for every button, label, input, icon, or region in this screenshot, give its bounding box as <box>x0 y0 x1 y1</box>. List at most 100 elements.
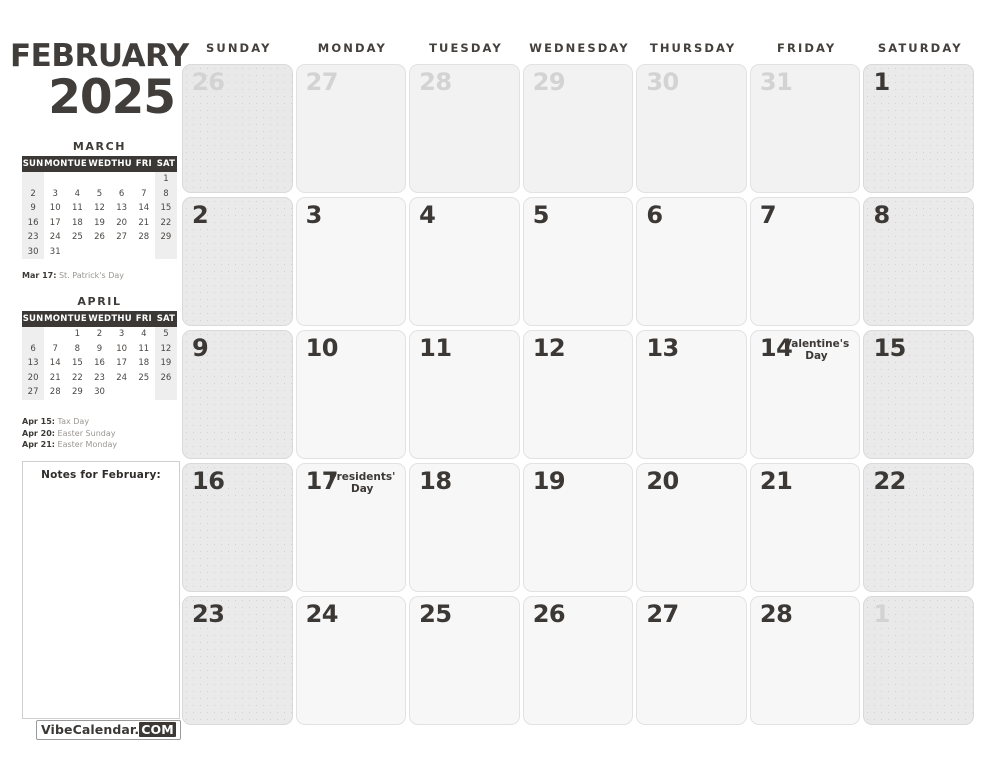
mini-day-cell: 26 <box>94 232 105 243</box>
day-cell[interactable]: 18 <box>409 463 520 592</box>
holiday-label: St. Patrick's Day <box>56 271 125 280</box>
mini-day-cell: 23 <box>94 372 105 383</box>
day-cell[interactable]: 4 <box>409 197 520 326</box>
mini-day-cell: 14 <box>49 358 61 369</box>
day-cell[interactable]: 28 <box>409 64 520 193</box>
day-cell-wrapper: 1 <box>863 594 977 727</box>
day-cell[interactable]: 24 <box>295 596 407 725</box>
day-cell-wrapper: 26 <box>522 594 637 727</box>
mini-day-cell <box>111 385 133 400</box>
day-cell[interactable]: 8 <box>863 197 975 326</box>
calendar-weeks: 26 27 28 29 30 31 1 2 3 4 5 6 7 8 9 10 11 12 13 14 Valentine… <box>182 62 977 727</box>
day-cell[interactable]: 5 <box>522 197 634 326</box>
mini-day-cell: 18 <box>71 217 83 228</box>
day-cell[interactable]: 9 <box>182 330 293 459</box>
day-cell[interactable]: 13 <box>636 330 747 459</box>
holiday-entry: Apr 21: Easter Monday <box>22 439 180 451</box>
sidebar: FEBRUARY 2025 MARCH SUN MON TUE WED THU … <box>0 0 189 773</box>
mini-dow-mon: MON <box>44 156 67 172</box>
holiday-date: Apr 15: <box>22 417 55 426</box>
day-cell-wrapper: 22 <box>863 461 977 594</box>
day-cell-wrapper: 8 <box>863 195 977 328</box>
mini-day-cell: 24 <box>49 232 61 243</box>
day-cell[interactable]: 11 <box>409 330 520 459</box>
day-number: 27 <box>305 68 339 96</box>
mini-day-cell <box>133 385 155 400</box>
mini-day-cell: 12 <box>94 203 105 214</box>
day-number: 25 <box>419 600 452 628</box>
day-number: 16 <box>192 467 225 495</box>
mini-day-cell <box>111 172 133 187</box>
day-cell[interactable]: 28 <box>749 596 861 725</box>
day-cell-wrapper: 9 <box>182 328 296 461</box>
day-cell[interactable]: 22 <box>863 463 975 592</box>
mini-dow-sat: SAT <box>154 311 177 327</box>
holiday-label: Easter Sunday <box>54 428 116 438</box>
day-cell[interactable]: 3 <box>295 197 407 326</box>
day-cell[interactable]: 1 <box>863 64 975 193</box>
day-cell-wrapper: 17 Presidents' Day <box>295 461 410 594</box>
page-title-month: FEBRUARY <box>10 38 189 74</box>
mini-day-cell <box>133 172 155 187</box>
day-cell[interactable]: 16 <box>182 463 293 592</box>
day-cell[interactable]: 14 Valentine's Day <box>749 330 861 459</box>
mini-day-cell: 27 <box>22 385 45 400</box>
day-cell[interactable]: 23 <box>182 596 293 725</box>
holiday-label: Easter Monday <box>54 440 118 449</box>
day-number: 1 <box>873 600 890 628</box>
day-number: 28 <box>419 68 452 96</box>
day-cell-wrapper: 11 <box>409 328 523 461</box>
mini-day-cell <box>22 327 45 342</box>
day-number: 10 <box>305 334 339 362</box>
mini-day-cell: 18 <box>138 358 150 369</box>
day-cell[interactable]: 15 <box>863 330 975 459</box>
mini-week-row: 1 2 3 45 <box>22 327 177 342</box>
mini-week-row: 6 7 8 9 10 11 12 <box>22 341 177 356</box>
day-cell-wrapper: 13 <box>636 328 750 461</box>
mini-day-cell: 11 <box>71 203 83 214</box>
day-cell[interactable]: 26 <box>182 64 293 193</box>
weekday-header-thursday: THURSDAY <box>649 41 737 55</box>
day-cell[interactable]: 19 <box>522 463 634 592</box>
day-cell[interactable]: 7 <box>749 197 861 326</box>
day-cell[interactable]: 17 Presidents' Day <box>295 463 407 592</box>
day-cell[interactable]: 25 <box>409 596 520 725</box>
mini-day-cell <box>66 172 88 187</box>
mini-day-cell: 30 <box>94 387 105 398</box>
mini-day-cell: 4 <box>74 188 81 199</box>
april-holiday-list: Apr 15: Tax Day Apr 20: Easter Sunday Apr … <box>22 416 180 451</box>
day-cell[interactable]: 1 <box>863 596 975 725</box>
day-cell[interactable]: 21 <box>749 463 861 592</box>
mini-dow-thu: THU <box>110 156 133 172</box>
mini-day-cell: 22 <box>71 372 83 383</box>
day-number: 2 <box>192 201 209 229</box>
mini-day-cell: 24 <box>116 372 128 383</box>
day-cell[interactable]: 12 <box>522 330 634 459</box>
weekday-header-sunday: SUNDAY <box>206 41 272 55</box>
day-cell[interactable]: 29 <box>522 64 634 193</box>
mini-dow-wed: WED <box>88 156 111 172</box>
day-cell[interactable]: 27 <box>295 64 407 193</box>
day-cell[interactable]: 6 <box>636 197 747 326</box>
day-cell[interactable]: 31 <box>749 64 861 193</box>
notes-box[interactable]: Notes for February: <box>22 461 180 719</box>
day-cell[interactable]: 2 <box>182 197 293 326</box>
mini-day-cell: 16 <box>94 358 105 369</box>
weekday-header-row: SUNDAY MONDAY TUESDAY WEDNESDAY THURSDAY FRID… <box>182 41 977 59</box>
day-cell-wrapper: 23 <box>182 594 296 727</box>
mini-day-cell: 25 <box>71 232 83 243</box>
day-cell-wrapper: 21 <box>749 461 864 594</box>
calendar-week-row: 26 27 28 29 30 31 1 <box>182 62 977 195</box>
day-cell[interactable]: 20 <box>636 463 747 592</box>
mini-day-cell: 3 <box>52 188 58 199</box>
day-cell[interactable]: 26 <box>522 596 634 725</box>
day-cell[interactable]: 10 <box>295 330 407 459</box>
mini-day-cell: 2 <box>22 186 45 201</box>
mini-day-cell: 15 <box>154 201 177 216</box>
mini-day-cell: 29 <box>154 230 177 245</box>
day-cell-wrapper: 25 <box>409 594 523 727</box>
day-cell[interactable]: 30 <box>636 64 747 193</box>
day-number: 23 <box>192 600 225 628</box>
day-cell-wrapper: 30 <box>636 62 750 195</box>
day-cell[interactable]: 27 <box>636 596 747 725</box>
